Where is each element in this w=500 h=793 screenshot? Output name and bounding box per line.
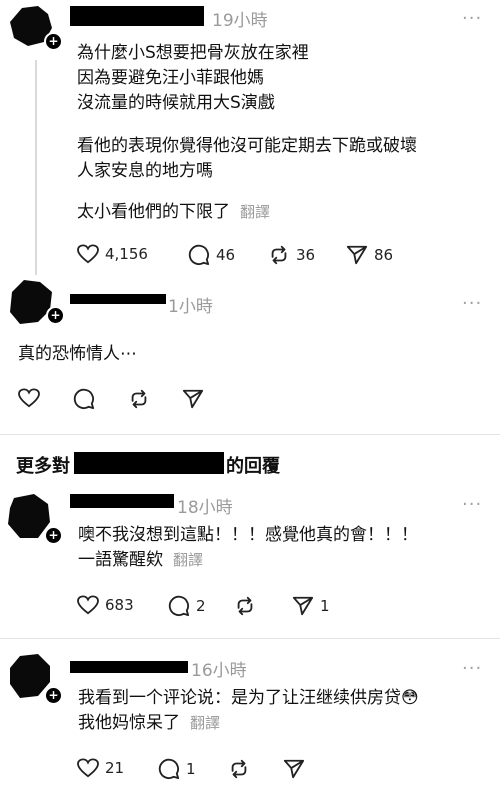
follow-plus-icon[interactable]: + (46, 306, 65, 325)
post-text: 太小看他們的下限了 (77, 202, 230, 222)
post-text-line: 因為要避免汪小菲跟他媽 (77, 68, 264, 88)
thread-line (35, 60, 37, 275)
heart-icon (77, 758, 99, 778)
more-options-icon[interactable]: ··· (462, 293, 482, 314)
section-title-end: 的回覆 (226, 456, 280, 477)
translate-link[interactable]: 翻譯 (240, 203, 270, 221)
like-button[interactable]: 4,156 (77, 244, 148, 264)
repost-icon (271, 245, 287, 265)
share-button[interactable] (283, 758, 305, 780)
timestamp: 19小時 (212, 11, 268, 31)
send-icon (346, 245, 368, 265)
section-divider (0, 434, 500, 435)
repost-button[interactable] (128, 388, 150, 410)
timestamp: 1小時 (168, 297, 213, 317)
redacted-username (74, 452, 224, 474)
comment-count: 46 (216, 246, 236, 264)
repost-icon (131, 389, 147, 409)
post-text-line: 真的恐怖情人⋯ (18, 344, 137, 364)
comment-icon (168, 595, 190, 617)
section-title-start: 更多對 (16, 456, 70, 477)
comment-button[interactable]: 1 (158, 758, 196, 780)
repost-icon (237, 596, 253, 616)
redacted-username[interactable] (70, 661, 188, 673)
repost-button[interactable] (228, 758, 250, 780)
post-text-line: 沒流量的時候就用大S演戲 (77, 93, 275, 113)
share-count: 86 (374, 246, 394, 264)
more-options-icon[interactable]: ··· (462, 494, 482, 515)
translate-link[interactable]: 翻譯 (173, 551, 203, 569)
redacted-username[interactable] (70, 294, 166, 304)
like-button[interactable]: 21 (77, 758, 124, 778)
post-text-line: 人家安息的地方嗎 (77, 161, 213, 181)
like-button[interactable] (18, 388, 40, 408)
timestamp: 16小時 (191, 661, 247, 681)
more-options-icon[interactable]: ··· (462, 8, 482, 29)
like-count: 21 (105, 759, 125, 777)
post-text: 我看到一个评论说：是为了让汪继续供房贷 (78, 688, 401, 708)
post-text-line: 噢不我沒想到這點！！！感覺他真的會！！！ (78, 525, 418, 545)
comment-icon (73, 388, 95, 410)
send-icon (292, 596, 314, 616)
comment-button[interactable]: 2 (168, 595, 206, 617)
like-count: 683 (105, 596, 134, 614)
like-count: 4,156 (105, 245, 148, 263)
like-button[interactable]: 683 (77, 595, 134, 615)
send-icon (283, 759, 305, 779)
timestamp: 18小時 (177, 498, 233, 518)
follow-plus-icon[interactable]: + (44, 526, 63, 545)
heart-icon (77, 244, 99, 264)
repost-button[interactable] (234, 595, 256, 617)
post-text-line: 為什麼小S想要把骨灰放在家裡 (77, 43, 309, 63)
post-text: 一語驚醒欸 (78, 550, 163, 570)
comment-count: 2 (196, 597, 206, 615)
repost-icon (231, 759, 247, 779)
comment-icon (158, 758, 180, 780)
avatar[interactable] (4, 492, 50, 538)
comment-icon (188, 244, 210, 266)
share-button[interactable]: 1 (292, 595, 330, 617)
post-text: 我他妈惊呆了 (78, 713, 180, 733)
heart-icon (77, 595, 99, 615)
heart-icon (18, 388, 40, 408)
post-text-line: 我看到一个评论说：是为了让汪继续供房贷😳 (78, 687, 419, 710)
post-text-line: 我他妈惊呆了 翻譯 (78, 712, 220, 735)
post-text-line: 看他的表現你覺得他沒可能定期去下跪或破壞 (77, 136, 417, 156)
follow-plus-icon[interactable]: + (44, 686, 63, 705)
comment-button[interactable] (73, 388, 95, 410)
share-count: 1 (320, 597, 330, 615)
comment-count: 1 (186, 760, 196, 778)
post-text-line: 太小看他們的下限了 翻譯 (77, 201, 270, 224)
repost-button[interactable]: 36 (268, 244, 315, 266)
section-divider (0, 638, 500, 639)
more-options-icon[interactable]: ··· (462, 658, 482, 679)
repost-count: 36 (296, 246, 316, 264)
follow-plus-icon[interactable]: + (44, 32, 63, 51)
comment-button[interactable]: 46 (188, 244, 235, 266)
flushed-face-emoji: 😳 (401, 688, 419, 708)
send-icon (182, 389, 204, 409)
redacted-username[interactable] (70, 494, 174, 508)
share-button[interactable]: 86 (346, 244, 393, 266)
share-button[interactable] (182, 388, 204, 410)
redacted-username[interactable] (70, 6, 204, 26)
translate-link[interactable]: 翻譯 (190, 714, 220, 732)
post-text-line: 一語驚醒欸 翻譯 (78, 549, 203, 572)
